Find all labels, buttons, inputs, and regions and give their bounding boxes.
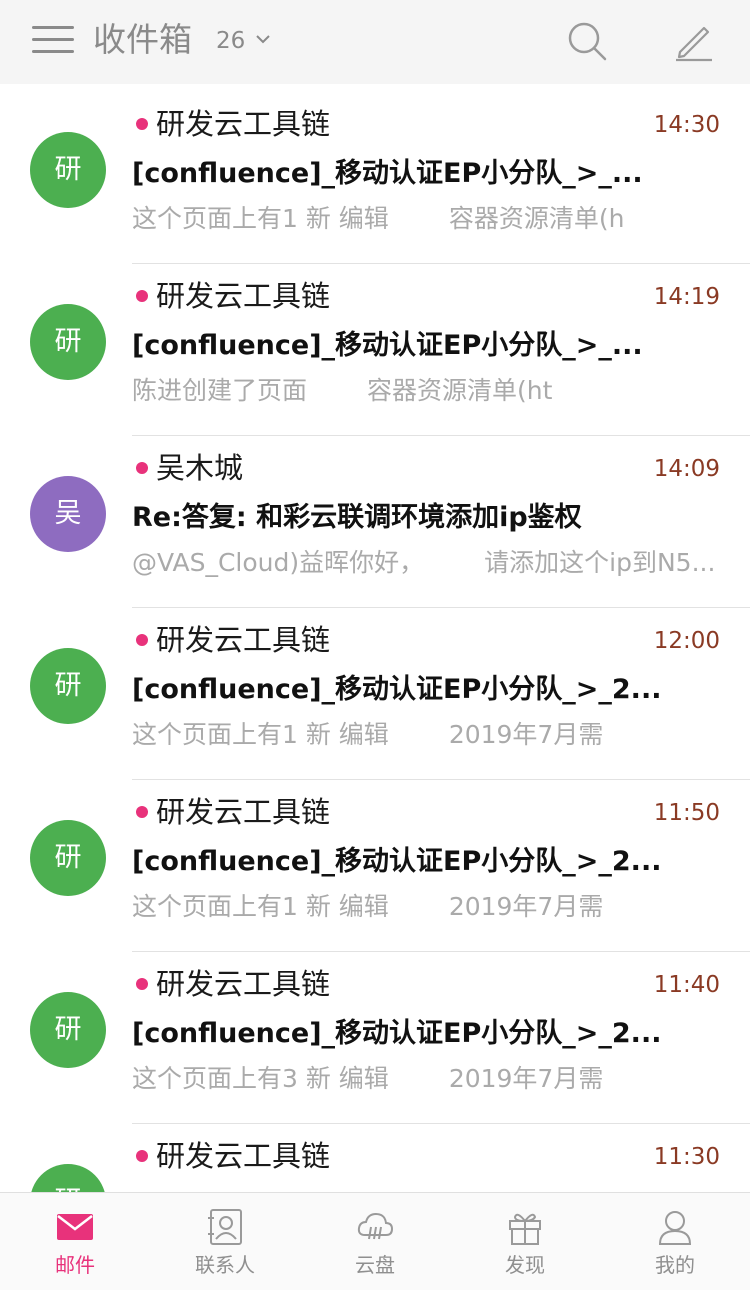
avatar: 研 bbox=[30, 304, 106, 380]
email-list[interactable]: 研研发云工具链 14:30 [confluence]_移动认证EP小分队_>_...… bbox=[0, 84, 750, 1192]
tab-cloud-drive[interactable]: 云盘 bbox=[300, 1193, 450, 1290]
email-row[interactable]: 吴 吴木城 14:09 Re:答复: 和彩云联调环境添加ip鉴权 @VAS_Cloud)… bbox=[0, 436, 750, 608]
preview-text: 这个页面上有3 新 编辑 bbox=[132, 1064, 389, 1093]
email-preview: 这个页面上有1 新 编辑 2019年7月需 bbox=[132, 717, 722, 753]
tab-label: 发现 bbox=[505, 1253, 545, 1277]
preview-text: @VAS_Cloud)益晖你好， bbox=[132, 548, 425, 577]
email-time: 14:19 bbox=[653, 284, 720, 310]
email-subject: [confluence]_移动认证EP小分队_>_... bbox=[132, 158, 643, 189]
gift-icon bbox=[509, 1213, 541, 1245]
email-row[interactable]: 研 研发云工具链 11:50 [confluence]_移动认证EP小分队_>_2..… bbox=[0, 780, 750, 952]
avatar: 研 bbox=[30, 1164, 106, 1192]
top-bar: 收件箱 26 bbox=[0, 0, 750, 84]
chevron-down-icon[interactable] bbox=[254, 30, 272, 48]
contacts-icon bbox=[208, 1209, 242, 1245]
unread-dot bbox=[136, 290, 148, 302]
unread-dot bbox=[136, 978, 148, 990]
email-time: 11:40 bbox=[653, 972, 720, 998]
email-row[interactable]: 研 研发云工具链 14:30 [confluence]_移动认证EP小分队_>_...… bbox=[0, 92, 750, 264]
cloud-drive-icon bbox=[357, 1212, 394, 1240]
preview-text: 2019年7月需 bbox=[448, 892, 604, 921]
tab-label: 我的 bbox=[655, 1253, 695, 1277]
preview-text: 容器资源清单(h bbox=[448, 204, 625, 233]
unread-dot bbox=[136, 806, 148, 818]
sender-name: 研发云工具链 bbox=[156, 107, 331, 141]
email-preview: 陈进创建了页面 容器资源清单(ht bbox=[132, 373, 722, 409]
tab-label: 云盘 bbox=[355, 1253, 395, 1277]
bottom-tab-bar: 邮件 联系人 云盘 发现 我的 bbox=[0, 1192, 750, 1290]
tab-label: 联系人 bbox=[195, 1253, 255, 1277]
sender-name: 研发云工具链 bbox=[156, 1139, 331, 1173]
email-time: 14:09 bbox=[653, 456, 720, 482]
avatar: 研 bbox=[30, 992, 106, 1068]
unread-dot bbox=[136, 118, 148, 130]
preview-text: 2019年7月需 bbox=[448, 1064, 604, 1093]
tab-label: 邮件 bbox=[55, 1253, 95, 1277]
email-row[interactable]: 研 研发云工具链 11:40 [confluence]_移动认证EP小分队_>_2..… bbox=[0, 952, 750, 1124]
email-subject: [confluence]_移动认证EP小分队_>_2... bbox=[132, 1018, 662, 1049]
preview-text: 这个页面上有1 新 编辑 bbox=[132, 892, 389, 921]
tab-profile[interactable]: 我的 bbox=[600, 1193, 750, 1290]
sender-name: 研发云工具链 bbox=[156, 795, 331, 829]
compose-icon[interactable] bbox=[670, 18, 716, 64]
email-row[interactable]: 研 研发云工具链 14:19 [confluence]_移动认证EP小分队_>_...… bbox=[0, 264, 750, 436]
unread-count[interactable]: 26 bbox=[216, 26, 245, 56]
email-subject: [confluence]_移动认证EP小分队_>_2... bbox=[132, 846, 662, 877]
unread-dot bbox=[136, 634, 148, 646]
sender-name: 研发云工具链 bbox=[156, 967, 331, 1001]
sender-name: 研发云工具链 bbox=[156, 279, 331, 313]
email-preview: 这个页面上有1 新 编辑 2019年7月需 bbox=[132, 889, 722, 925]
tab-mail[interactable]: 邮件 bbox=[0, 1193, 150, 1290]
email-preview: 这个页面上有1 新 编辑 容器资源清单(h bbox=[132, 201, 722, 237]
email-row[interactable]: 研 研发云工具链 12:00 [confluence]_移动认证EP小分队_>_2..… bbox=[0, 608, 750, 780]
avatar: 研 bbox=[30, 820, 106, 896]
unread-dot bbox=[136, 462, 148, 474]
email-time: 14:30 bbox=[653, 112, 720, 138]
profile-icon bbox=[658, 1211, 692, 1245]
preview-text: 请添加这个ip到N5... bbox=[484, 548, 716, 577]
tab-discover[interactable]: 发现 bbox=[450, 1193, 600, 1290]
email-time: 11:30 bbox=[653, 1144, 720, 1170]
email-row[interactable]: 研 研发云工具链 11:30 bbox=[0, 1124, 750, 1192]
menu-icon[interactable] bbox=[32, 24, 74, 56]
preview-text: 陈进创建了页面 bbox=[132, 376, 308, 405]
avatar: 吴 bbox=[30, 476, 106, 552]
preview-text: 这个页面上有1 新 编辑 bbox=[132, 720, 389, 749]
sender-name: 吴木城 bbox=[156, 451, 244, 485]
unread-dot bbox=[136, 1150, 148, 1162]
email-subject: Re:答复: 和彩云联调环境添加ip鉴权 bbox=[132, 502, 582, 533]
email-time: 11:50 bbox=[653, 800, 720, 826]
sender-name: 研发云工具链 bbox=[156, 623, 331, 657]
email-subject: [confluence]_移动认证EP小分队_>_2... bbox=[132, 674, 662, 705]
tab-contacts[interactable]: 联系人 bbox=[150, 1193, 300, 1290]
preview-text: 容器资源清单(ht bbox=[367, 376, 553, 405]
preview-text: 2019年7月需 bbox=[448, 720, 604, 749]
email-preview: @VAS_Cloud)益晖你好， 请添加这个ip到N5... bbox=[132, 545, 722, 581]
avatar: 研 bbox=[30, 132, 106, 208]
mail-icon bbox=[57, 1214, 93, 1240]
avatar: 研 bbox=[30, 648, 106, 724]
search-icon[interactable] bbox=[564, 18, 610, 64]
email-preview: 这个页面上有3 新 编辑 2019年7月需 bbox=[132, 1061, 722, 1097]
email-subject: [confluence]_移动认证EP小分队_>_... bbox=[132, 330, 643, 361]
preview-text: 这个页面上有1 新 编辑 bbox=[132, 204, 389, 233]
email-time: 12:00 bbox=[653, 628, 720, 654]
folder-title[interactable]: 收件箱 bbox=[93, 18, 192, 62]
